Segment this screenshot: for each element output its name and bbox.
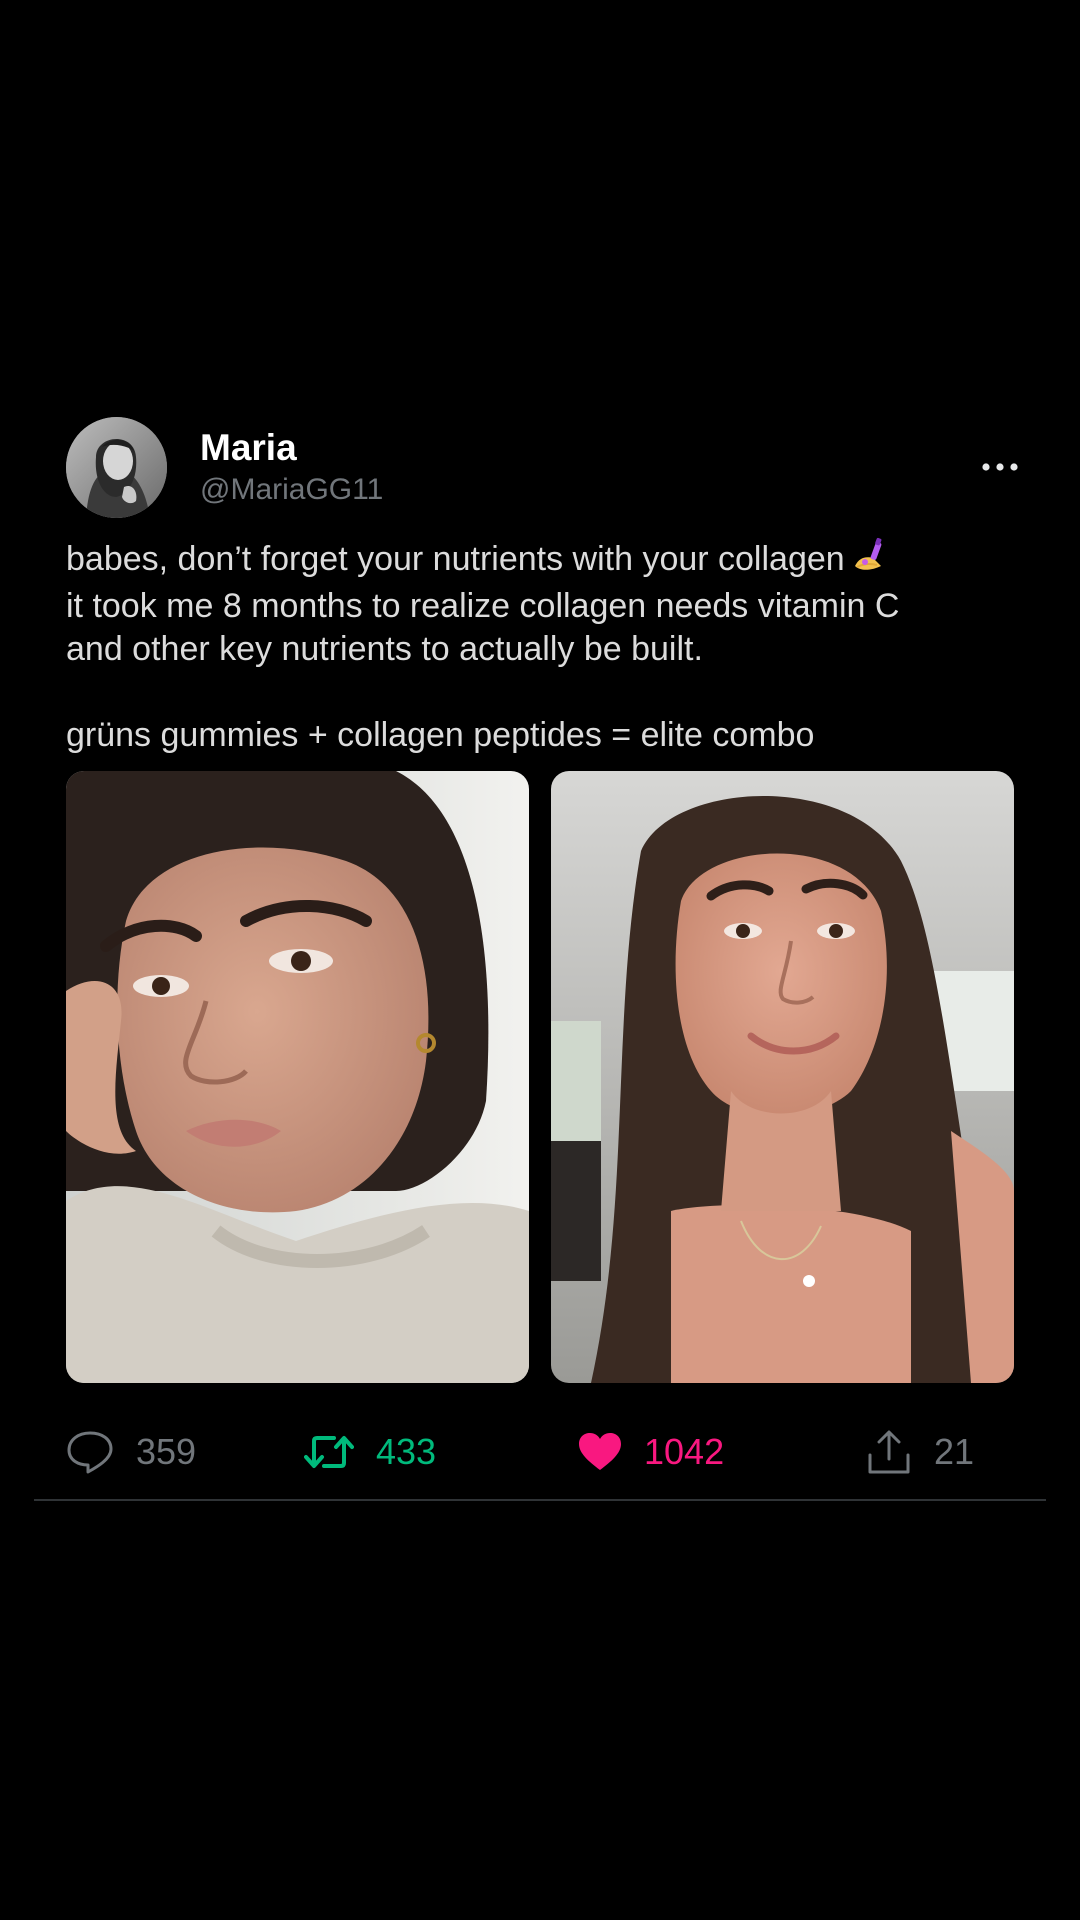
nail-polish-emoji-icon [851, 536, 889, 585]
more-horizontal-icon [982, 463, 1018, 471]
media-photo-before[interactable] [66, 771, 529, 1383]
author-display-name[interactable]: Maria [200, 426, 297, 470]
author-handle[interactable]: @MariaGG11 [200, 472, 383, 508]
reply-icon [67, 1431, 113, 1474]
share-count: 21 [934, 1431, 975, 1472]
heart-icon [579, 1433, 621, 1470]
like-button[interactable]: 1042 [578, 1424, 724, 1480]
like-count: 1042 [644, 1431, 725, 1472]
retweet-button[interactable]: 433 [304, 1424, 436, 1480]
tweet-card: Maria @MariaGG11 babes, don’t forget you… [0, 0, 1080, 1920]
retweet-count: 433 [376, 1431, 437, 1472]
tweet-line: and other key nutrients to actually be b… [66, 630, 703, 668]
divider [34, 1499, 1046, 1501]
more-options-button[interactable] [978, 450, 1022, 484]
avatar[interactable] [66, 417, 167, 518]
media-photo-after[interactable] [551, 771, 1014, 1383]
tweet-text: babes, don’t forget your nutrients with … [66, 536, 1026, 757]
tweet-line: it took me 8 months to realize collagen … [66, 587, 900, 625]
tweet-line: grüns gummies + collagen peptides = elit… [66, 716, 815, 754]
tweet-line: babes, don’t forget your nutrients with … [66, 536, 1026, 585]
reply-count: 359 [136, 1431, 197, 1472]
share-icon [868, 1430, 910, 1474]
line-break [66, 671, 1026, 714]
reply-button[interactable]: 359 [66, 1424, 196, 1480]
share-button[interactable]: 21 [866, 1424, 974, 1480]
retweet-icon [304, 1436, 354, 1468]
